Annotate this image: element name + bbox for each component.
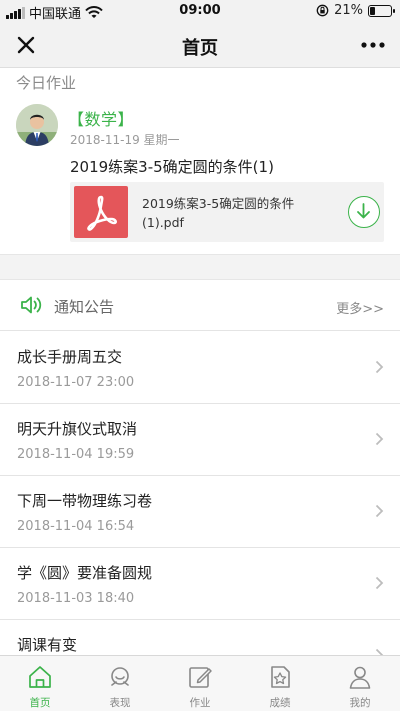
notices-title: 通知公告 (54, 298, 115, 316)
rotation-lock-icon (316, 4, 329, 17)
nav-bar: 首页 (0, 22, 400, 68)
tab-grades[interactable]: 成绩 (240, 656, 320, 711)
notice-item[interactable]: 明天升旗仪式取消 2018-11-04 19:59 (0, 404, 400, 476)
battery-percent: 21% (334, 3, 363, 18)
tab-label: 表现 (109, 697, 131, 709)
notice-title: 学《圆》要准备圆规 (17, 564, 153, 582)
status-right: 21% (316, 3, 395, 18)
tab-label: 成绩 (269, 697, 291, 709)
more-notices-link[interactable]: 更多>> (336, 298, 384, 317)
notice-title: 成长手册周五交 (17, 348, 123, 366)
grades-icon (271, 666, 290, 688)
performance-icon (111, 667, 129, 686)
speaker-icon (21, 296, 42, 314)
notice-date: 2018-11-03 18:40 (17, 591, 135, 606)
notice-date: 2018-11-04 16:54 (17, 519, 135, 534)
chevron-right-icon (375, 360, 384, 374)
homework-date: 2018-11-19 星期一 (70, 133, 180, 147)
avatar[interactable] (16, 104, 58, 146)
page-title: 首页 (182, 38, 218, 59)
subject-label: 【数学】 (68, 110, 135, 129)
tab-label: 首页 (29, 697, 51, 709)
notice-title: 下周一带物理练习卷 (17, 492, 153, 510)
homework-heading: 今日作业 (16, 74, 77, 92)
home-icon (29, 666, 51, 688)
teacher-avatar-image (16, 104, 58, 146)
notice-title: 明天升旗仪式取消 (17, 420, 138, 438)
notices-header: 通知公告 更多>> (0, 280, 400, 331)
tab-home[interactable]: 首页 (0, 656, 80, 711)
notice-date: 2018-11-07 23:00 (17, 375, 135, 390)
section-divider (0, 254, 400, 280)
tab-label: 我的 (349, 697, 371, 709)
download-button[interactable] (348, 196, 380, 228)
notice-item[interactable]: 成长手册周五交 2018-11-07 23:00 (0, 332, 400, 404)
status-bar: 中国联通 09:00 21% (0, 0, 400, 22)
battery-icon (368, 4, 395, 17)
notice-date: 2018-11-04 19:59 (17, 447, 135, 462)
profile-icon (349, 666, 371, 689)
homework-section: 今日作业 【数学】 2018-11-19 星期一 2019练案3-5确定圆的条件… (0, 68, 400, 254)
tab-label: 作业 (189, 697, 211, 709)
homework-title[interactable]: 2019练案3-5确定圆的条件(1) (70, 156, 274, 177)
more-icon[interactable] (360, 33, 386, 57)
tab-profile[interactable]: 我的 (320, 656, 400, 711)
download-icon (357, 203, 370, 219)
attachment-filename-line2: (1).pdf (142, 215, 184, 230)
notice-title: 调课有变 (17, 636, 78, 654)
chevron-right-icon (375, 504, 384, 518)
attachment-filename: 2019练案3-5确定圆的条件 (1).pdf (142, 194, 342, 232)
chevron-right-icon (375, 576, 384, 590)
chevron-right-icon (375, 432, 384, 446)
pdf-icon (74, 186, 128, 238)
tab-homework[interactable]: 作业 (160, 656, 240, 711)
tab-bar: 首页 表现 作业 成绩 我的 (0, 655, 400, 711)
battery-fill (370, 6, 375, 15)
homework-edit-icon (189, 667, 212, 688)
tab-performance[interactable]: 表现 (80, 656, 160, 711)
notice-item[interactable]: 学《圆》要准备圆规 2018-11-03 18:40 (0, 548, 400, 620)
attachment-card[interactable]: 2019练案3-5确定圆的条件 (1).pdf (70, 182, 384, 242)
notice-item[interactable]: 下周一带物理练习卷 2018-11-04 16:54 (0, 476, 400, 548)
attachment-filename-line1: 2019练案3-5确定圆的条件 (142, 196, 295, 211)
